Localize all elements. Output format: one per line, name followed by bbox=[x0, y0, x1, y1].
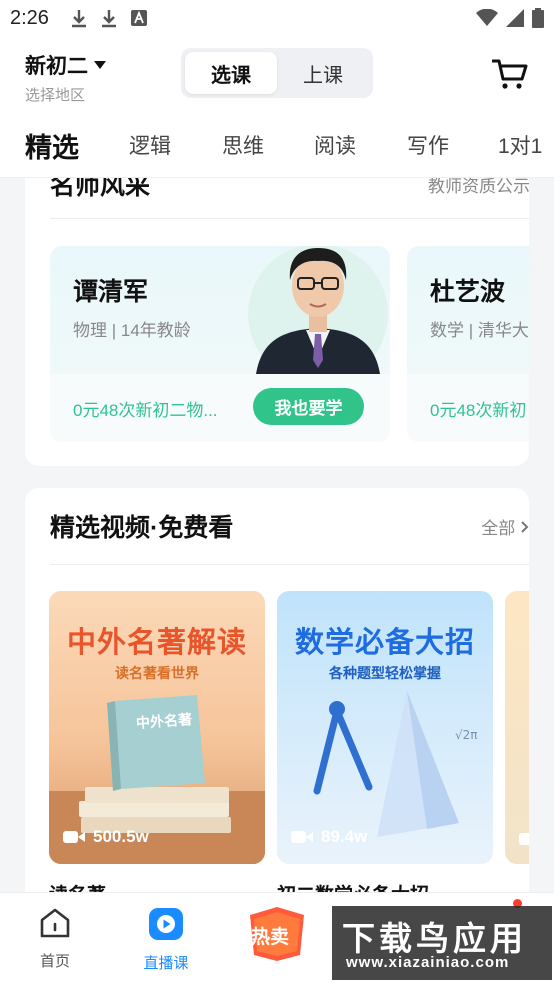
teachers-section-title: 名师风采 bbox=[50, 178, 151, 200]
video-subtitle: 各种题型轻松掌握 bbox=[329, 665, 441, 681]
play-count-value: 89.4w bbox=[321, 827, 368, 846]
view-all-link[interactable]: 全部 bbox=[481, 514, 529, 539]
watermark-url: www.xiazainiao.com bbox=[346, 954, 510, 971]
mode-switch: 选课 上课 bbox=[181, 48, 373, 98]
tab-reading[interactable]: 阅读 bbox=[314, 130, 356, 160]
teachers-section-header: 名师风采 教师资质公示 bbox=[50, 178, 529, 204]
watermark-title: 下载鸟应用 bbox=[342, 920, 527, 957]
battery-icon bbox=[532, 8, 544, 28]
download-icon bbox=[102, 10, 116, 28]
signal-icon bbox=[506, 9, 524, 27]
teacher-meta: 数学 | 清华大 bbox=[430, 321, 529, 340]
system-icons bbox=[476, 8, 544, 28]
cart-icon[interactable] bbox=[492, 58, 528, 90]
mode-tab-select-course[interactable]: 选课 bbox=[185, 52, 277, 94]
divider bbox=[50, 564, 529, 565]
region-label: 选择地区 bbox=[25, 87, 86, 104]
app-notification-icon bbox=[131, 10, 147, 26]
status-bar: 2:26 bbox=[0, 0, 554, 36]
watermark: 下载鸟应用 www.xiazainiao.com bbox=[332, 906, 552, 980]
view-all-label: 全部 bbox=[481, 518, 516, 538]
video-subtitle: 读名著看世界 bbox=[115, 665, 199, 681]
status-time: 2:26 bbox=[10, 6, 49, 29]
video-camera-icon bbox=[519, 833, 529, 845]
nav-hot-sale[interactable]: 热卖 bbox=[237, 905, 317, 968]
nav-home-label: 首页 bbox=[39, 953, 70, 970]
tab-writing[interactable]: 写作 bbox=[407, 130, 449, 160]
videos-section-header: 精选视频·免费看 全部 bbox=[50, 506, 529, 546]
teacher-credentials-link[interactable]: 教师资质公示 bbox=[428, 178, 529, 197]
play-count-value: 500.5w bbox=[93, 827, 149, 846]
nav-home[interactable]: 首页 bbox=[15, 907, 95, 971]
teacher-name: 杜艺波 bbox=[430, 278, 506, 306]
category-tabs: 精选 逻辑 思维 阅读 写作 1对1 bbox=[0, 120, 554, 170]
live-play-icon bbox=[149, 908, 183, 940]
divider bbox=[50, 218, 529, 219]
teacher-name: 谭清军 bbox=[73, 278, 149, 306]
video-caption: 初二数学必备大招 bbox=[277, 880, 429, 892]
video-card[interactable]: 中外名著解读 读名著看世界 中外名著 500.5w bbox=[49, 591, 265, 864]
video-card[interactable]: √2π 数学必备大招 各种题型轻松掌握 89.4w bbox=[277, 591, 493, 864]
video-caption: 读名著 bbox=[49, 880, 106, 892]
video-title: 数学必备大招 bbox=[294, 627, 475, 659]
videos-section: 精选视频·免费看 全部 中外名著解读 读名著看世界 中外名著 500.5w √2… bbox=[25, 488, 529, 892]
teacher-portrait bbox=[248, 246, 388, 374]
play-count: 500.5w bbox=[63, 827, 149, 847]
tab-one-on-one[interactable]: 1对1 bbox=[498, 130, 542, 160]
app-header: 新初二 选择地区 选课 上课 精选 逻辑 思维 阅读 写作 1对1 bbox=[0, 36, 554, 178]
teacher-course: 0元48次新初二物... bbox=[73, 401, 218, 420]
tab-featured[interactable]: 精选 bbox=[25, 126, 79, 165]
wifi-icon bbox=[476, 9, 498, 26]
enroll-button[interactable]: 我也要学 bbox=[253, 388, 364, 425]
teachers-section: 名师风采 教师资质公示 谭清军 物理 | 14年教龄 0元48次新初二物... … bbox=[25, 178, 529, 466]
grade-label: 新初二 bbox=[25, 55, 88, 78]
video-title: 中外名著解读 bbox=[66, 627, 247, 659]
video-card[interactable] bbox=[505, 591, 529, 864]
teacher-card[interactable]: 杜艺波 数学 | 清华大 0元48次新初 bbox=[407, 246, 529, 442]
svg-text:√2π: √2π bbox=[455, 728, 478, 742]
teacher-card[interactable]: 谭清军 物理 | 14年教龄 0元48次新初二物... 我也要学 bbox=[50, 246, 390, 442]
caret-down-icon bbox=[94, 61, 106, 69]
nav-hot-sale-label: 热卖 bbox=[250, 927, 289, 948]
tab-thinking[interactable]: 思维 bbox=[222, 130, 264, 160]
tab-logic[interactable]: 逻辑 bbox=[129, 130, 171, 160]
teacher-course: 0元48次新初 bbox=[430, 401, 527, 420]
chevron-right-icon bbox=[521, 520, 529, 533]
video-camera-icon bbox=[291, 831, 313, 843]
grade-selector[interactable]: 新初二 选择地区 bbox=[25, 50, 106, 105]
teacher-meta: 物理 | 14年教龄 bbox=[73, 321, 191, 340]
nav-live-course-label: 直播课 bbox=[143, 955, 189, 972]
videos-section-title: 精选视频·免费看 bbox=[50, 514, 234, 542]
home-icon bbox=[40, 908, 70, 938]
nav-live-course[interactable]: 直播课 bbox=[126, 907, 206, 973]
play-count: 89.4w bbox=[291, 827, 367, 847]
notification-icons bbox=[70, 8, 148, 28]
download-icon bbox=[72, 10, 86, 28]
mode-tab-attend-class[interactable]: 上课 bbox=[277, 52, 369, 94]
video-camera-icon bbox=[63, 831, 85, 843]
